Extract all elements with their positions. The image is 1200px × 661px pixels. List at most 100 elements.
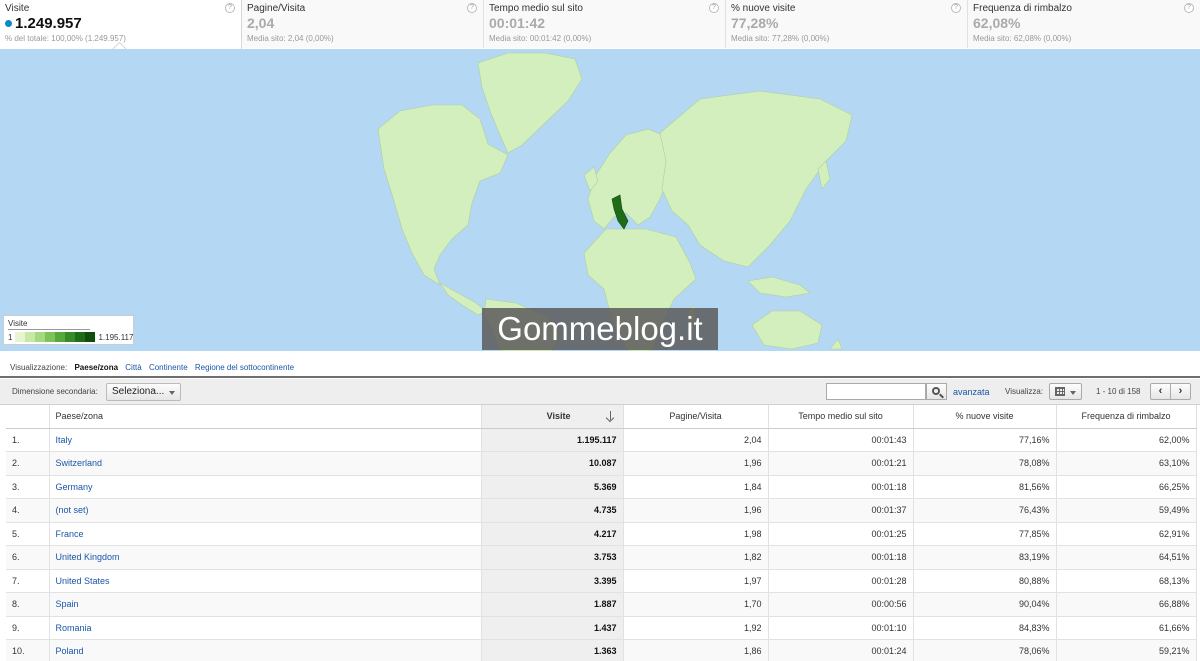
pages-per-visit-cell: 1,97 [623,569,769,593]
advanced-filter-link[interactable]: avanzata [953,387,990,397]
map-region-new-zealand [829,338,843,350]
legend-swatch [75,332,86,342]
metric-value: 77,28% [731,15,779,31]
country-link[interactable]: Italy [49,428,482,452]
metric-value: 00:01:42 [489,15,546,31]
visualization-tabs: Visualizzazione: Paese/zona Città Contin… [0,356,1200,378]
table-row: 9. Romania 1.437 1,92 00:01:10 84,83% 61,66% [6,616,1197,640]
legend-min: 1 [8,332,13,342]
row-index: 8. [6,592,50,617]
watermark: Gommeblog.it [482,308,718,350]
secondary-dimension-label: Dimensione secondaria: [12,387,98,396]
legend-title: Visite [8,319,90,330]
search-button[interactable] [926,383,947,400]
visits-cell: 4.735 [481,498,624,523]
help-icon[interactable]: ? [951,3,961,13]
metric-tiles: Visite 1.249.957 % del totale: 100,00% (… [0,0,1200,49]
metric-label: Visite [5,3,30,14]
pages-per-visit-cell: 1,92 [623,616,769,640]
country-link[interactable]: Poland [49,639,482,661]
row-index: 1. [6,428,50,452]
column-header-new-visits[interactable]: % nuove visite [913,405,1057,429]
bounce-rate-cell: 64,51% [1056,545,1197,570]
metric-sub: Media sito: 77,28% (0,00%) [731,34,830,43]
country-link[interactable]: Romania [49,616,482,640]
metric-pages-per-visit[interactable]: Pagine/Visita 2,04 Media sito: 2,04 (0,0… [242,0,484,48]
new-visits-cell: 77,16% [913,428,1057,452]
country-link[interactable]: Spain [49,592,482,617]
bounce-rate-cell: 66,88% [1056,592,1197,617]
new-visits-cell: 81,56% [913,475,1057,499]
pages-per-visit-cell: 1,82 [623,545,769,570]
metric-sub: Media sito: 62,08% (0,00%) [973,34,1072,43]
country-link[interactable]: United Kingdom [49,545,482,570]
tab-city[interactable]: Città [125,363,141,372]
country-link[interactable]: Switzerland [49,451,482,476]
table-search-input[interactable] [826,383,926,400]
table-row: 1. Italy 1.195.117 2,04 00:01:43 77,16% 62,00% [6,428,1197,452]
table-row: 6. United Kingdom 3.753 1,82 00:01:18 83,19% 6… [6,545,1197,570]
map-legend: Visite 1 1.195.117 [3,315,134,345]
metric-sub: % del totale: 100,00% (1.249.957) [5,34,126,43]
metric-label: % nuove visite [731,3,796,14]
visits-cell: 3.395 [481,569,624,593]
country-link[interactable]: France [49,522,482,546]
avg-time-cell: 00:01:37 [768,498,914,523]
next-page-button[interactable]: › [1170,383,1191,400]
legend-swatch [55,332,66,342]
bounce-rate-cell: 62,00% [1056,428,1197,452]
map-region-indonesia [747,276,811,298]
column-header-visits[interactable]: Visite [481,405,624,429]
country-link[interactable]: Germany [49,475,482,499]
series-dot-icon [5,20,12,27]
help-icon[interactable]: ? [467,3,477,13]
row-index: 6. [6,545,50,570]
avg-time-cell: 00:01:25 [768,522,914,546]
bounce-rate-cell: 68,13% [1056,569,1197,593]
map-region-greenland [477,52,583,154]
avg-time-cell: 00:01:43 [768,428,914,452]
visits-cell: 3.753 [481,545,624,570]
country-link[interactable]: United States [49,569,482,593]
avg-time-cell: 00:01:21 [768,451,914,476]
bounce-rate-cell: 61,66% [1056,616,1197,640]
tab-continent[interactable]: Continente [149,363,188,372]
map-region-north-america [377,104,509,286]
visits-cell: 4.217 [481,522,624,546]
visits-cell: 5.369 [481,475,624,499]
country-link[interactable]: (not set) [49,498,482,523]
visits-cell: 1.887 [481,592,624,617]
avg-time-cell: 00:01:28 [768,569,914,593]
row-index: 2. [6,451,50,476]
help-icon[interactable]: ? [225,3,235,13]
metric-new-visits[interactable]: % nuove visite 77,28% Media sito: 77,28%… [726,0,968,48]
column-header-country[interactable]: Paese/zona [49,405,482,429]
secondary-dimension-select[interactable]: Seleziona... [106,383,181,401]
view-mode-button[interactable] [1049,383,1082,400]
table-body: 1. Italy 1.195.117 2,04 00:01:43 77,16% 62,00%… [6,428,1197,661]
pagination-range: 1 - 10 di 158 [1096,387,1141,396]
column-header-bounce-rate[interactable]: Frequenza di rimbalzo [1056,405,1197,429]
legend-max: 1.195.117 [98,332,134,342]
metric-avg-time[interactable]: Tempo medio sul sito 00:01:42 Media sito… [484,0,726,48]
metric-value: 2,04 [247,15,275,31]
metric-visits[interactable]: Visite 1.249.957 % del totale: 100,00% (… [0,0,242,49]
column-header-pages-per-visit[interactable]: Pagine/Visita [623,405,769,429]
world-map[interactable]: Visite 1 1.195.117 Gommeblog.it [0,49,1200,351]
tab-subcontinent[interactable]: Regione del sottocontinente [195,363,294,372]
view-label: Visualizza: [1005,387,1044,396]
column-header-avg-time[interactable]: Tempo medio sul sito [768,405,914,429]
tab-country[interactable]: Paese/zona [74,363,118,372]
bounce-rate-cell: 59,49% [1056,498,1197,523]
row-index: 9. [6,616,50,640]
table-row: 8. Spain 1.887 1,70 00:00:56 90,04% 66,88% [6,592,1197,617]
table-row: 10. Poland 1.363 1,86 00:01:24 78,06% 59,21% [6,639,1197,661]
help-icon[interactable]: ? [709,3,719,13]
previous-page-button[interactable]: ‹ [1150,383,1171,400]
chevron-down-icon [1070,391,1076,395]
new-visits-cell: 84,83% [913,616,1057,640]
new-visits-cell: 76,43% [913,498,1057,523]
metric-bounce-rate[interactable]: Frequenza di rimbalzo 62,08% Media sito:… [968,0,1200,48]
pages-per-visit-cell: 1,70 [623,592,769,617]
help-icon[interactable]: ? [1184,3,1194,13]
